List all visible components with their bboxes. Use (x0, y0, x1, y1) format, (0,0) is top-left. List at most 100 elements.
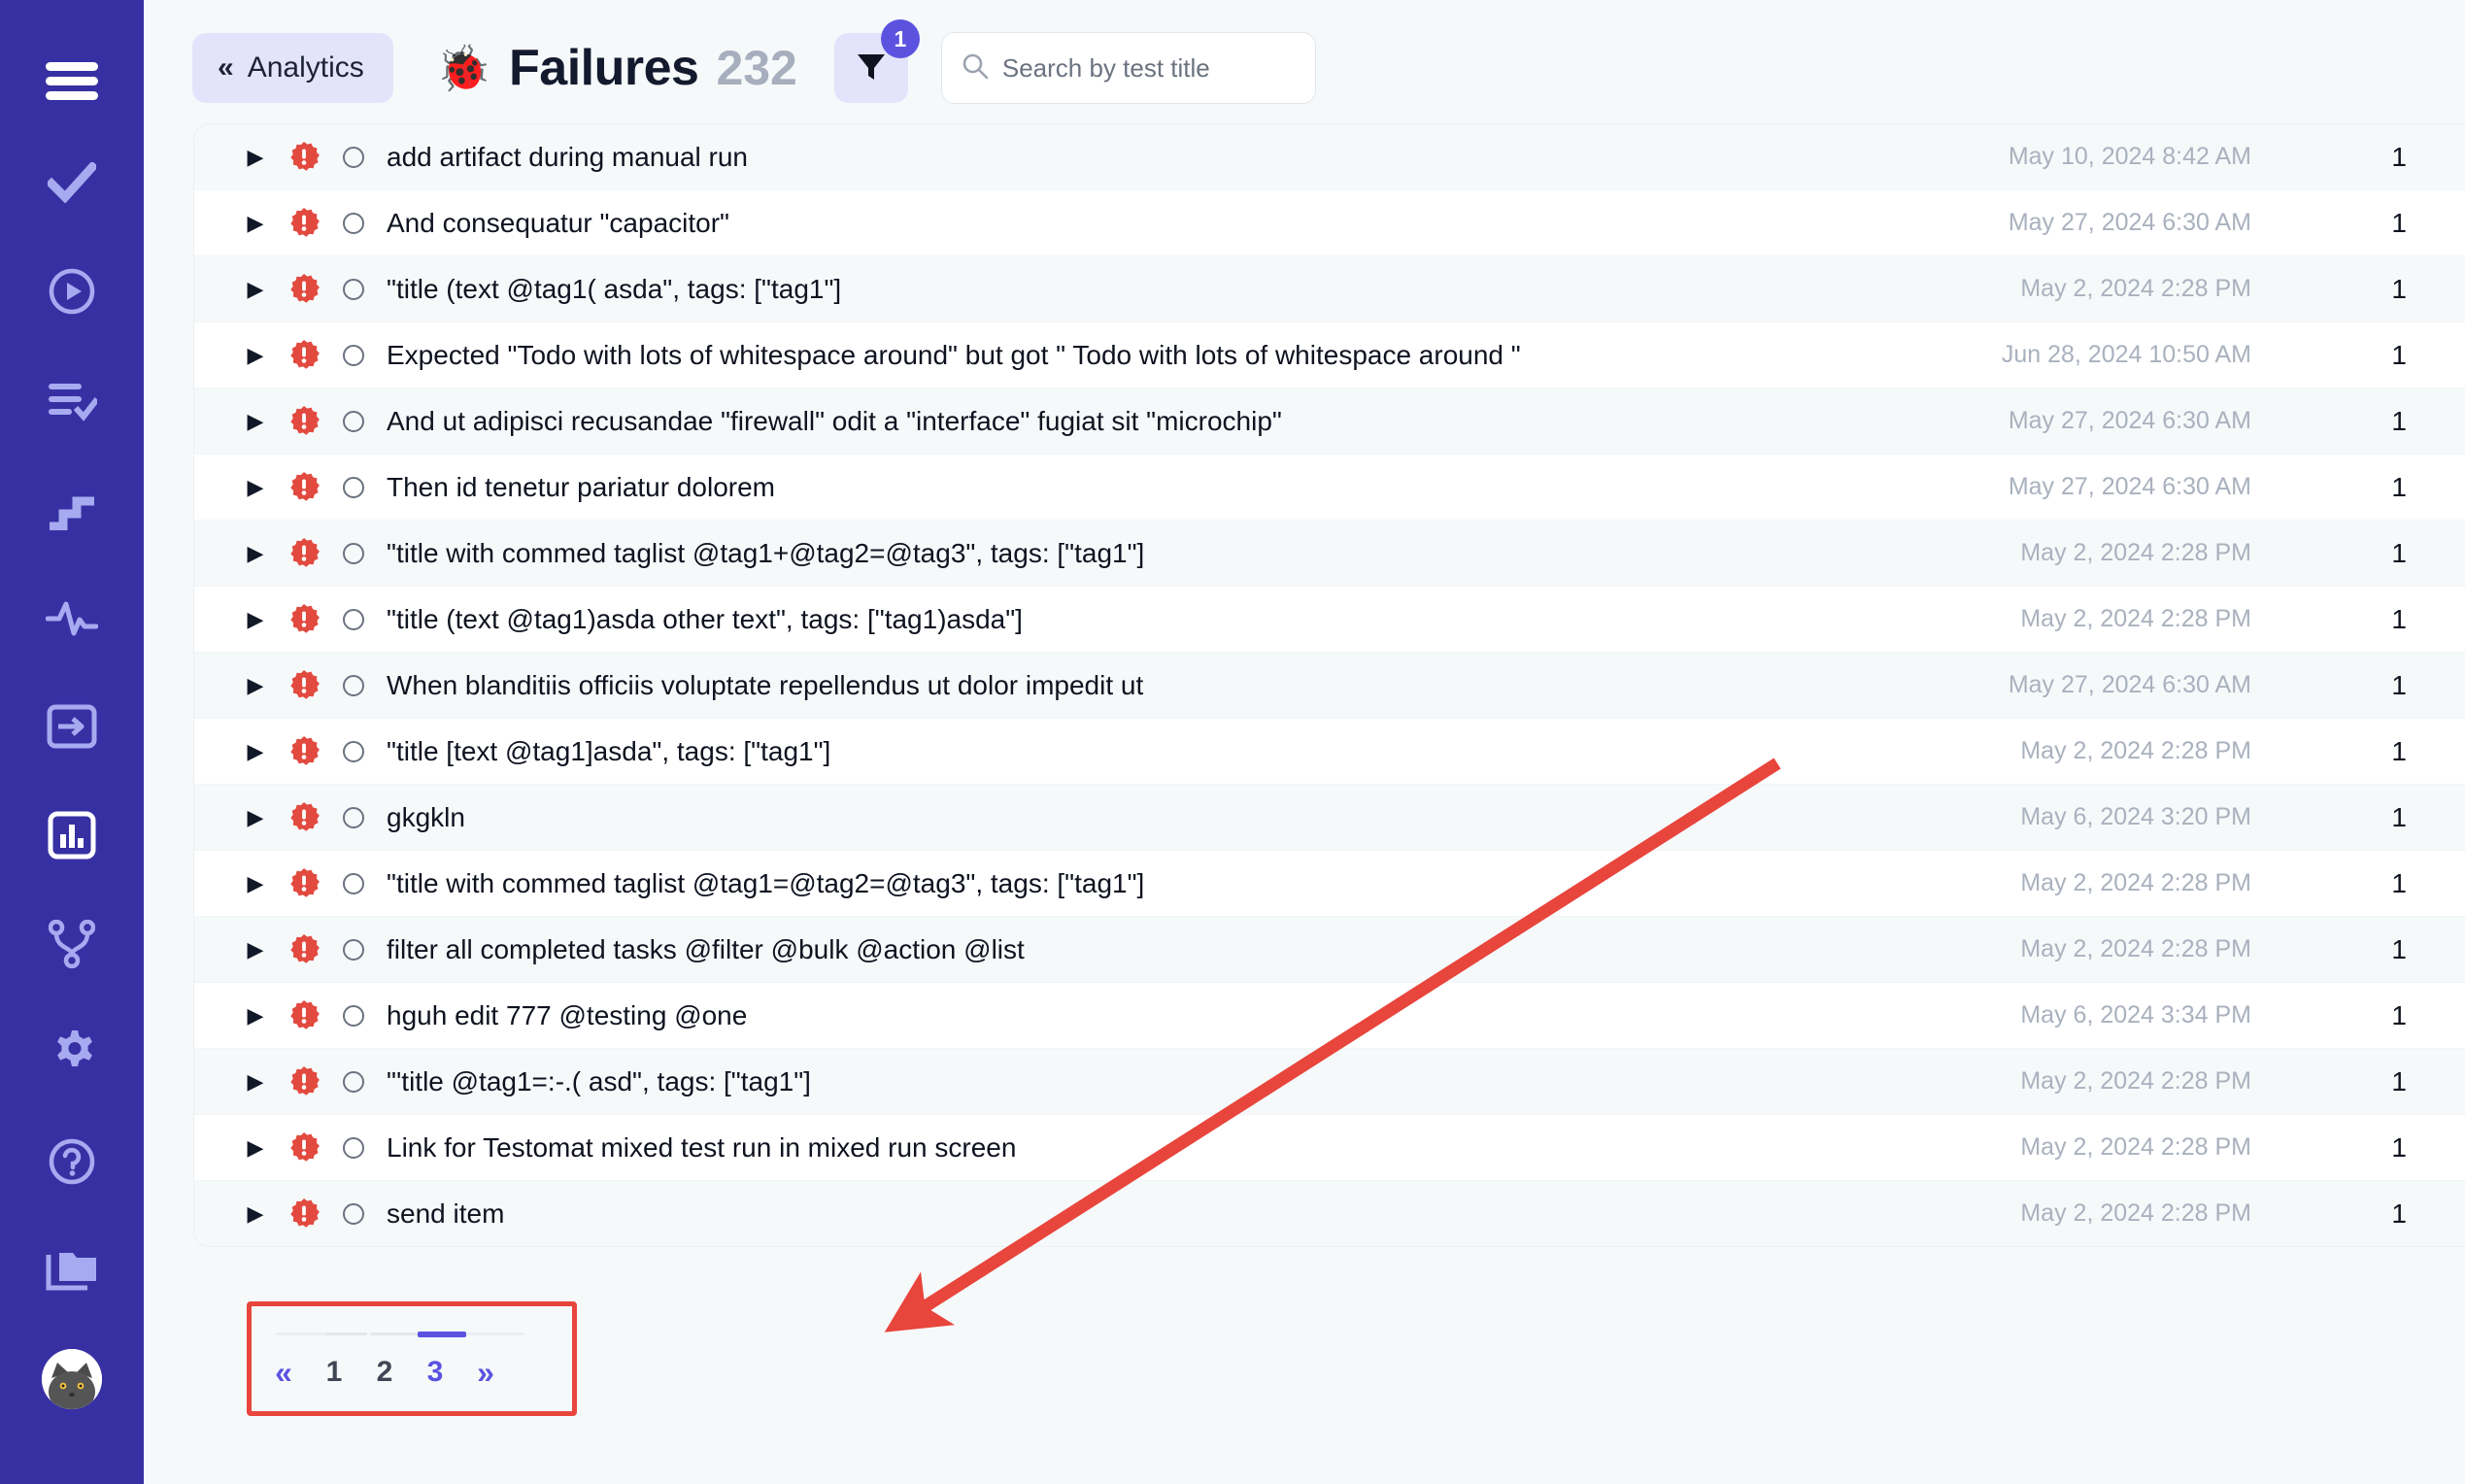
sidebar-item-activity[interactable] (0, 563, 144, 672)
caret-right-icon[interactable]: ▶ (241, 542, 270, 564)
error-badge-icon (282, 471, 326, 504)
caret-right-icon[interactable]: ▶ (241, 806, 270, 828)
table-row[interactable]: ▶ "title (text @tag1( asda", tags: ["tag1… (194, 256, 2465, 322)
sidebar-item-analytics[interactable] (0, 781, 144, 890)
table-row[interactable]: ▶ filter all completed tasks @filter @bul… (194, 917, 2465, 983)
caret-right-icon[interactable]: ▶ (241, 344, 270, 366)
caret-right-icon[interactable]: ▶ (241, 410, 270, 432)
caret-right-icon[interactable]: ▶ (241, 212, 270, 234)
row-date: May 2, 2024 2:28 PM (2020, 539, 2251, 566)
sidebar-item-steps[interactable] (0, 455, 144, 563)
stairs-icon (48, 488, 96, 530)
caret-right-icon[interactable]: ▶ (241, 740, 270, 762)
circle-outline-icon[interactable] (334, 212, 373, 234)
circle-outline-icon[interactable] (334, 1070, 373, 1093)
table-row[interactable]: ▶ "title with commed taglist @tag1+@tag2=… (194, 521, 2465, 587)
circle-outline-icon[interactable] (334, 344, 373, 366)
circle-outline-icon[interactable] (334, 476, 373, 498)
row-date: May 6, 2024 3:20 PM (2020, 803, 2251, 830)
caret-right-icon[interactable]: ▶ (241, 938, 270, 961)
caret-right-icon[interactable]: ▶ (241, 1070, 270, 1093)
sidebar-item-menu[interactable] (0, 35, 144, 128)
folders-icon (46, 1249, 98, 1292)
sidebar-item-import[interactable] (0, 672, 144, 781)
row-count: 1 (2391, 471, 2407, 502)
caret-right-icon[interactable]: ▶ (241, 1202, 270, 1225)
circle-outline-icon[interactable] (334, 674, 373, 696)
menu-icon (46, 62, 98, 101)
table-row[interactable]: ▶ send item May 2, 2024 2:28 PM 1 (194, 1181, 2465, 1246)
check-icon (48, 162, 96, 203)
caret-right-icon[interactable]: ▶ (241, 1136, 270, 1159)
sidebar-item-account[interactable] (0, 1325, 144, 1433)
error-badge-icon (282, 207, 326, 240)
row-title: And consequatur "capacitor" (387, 207, 729, 238)
row-count: 1 (2391, 801, 2407, 832)
pagination-highlight-annotation (247, 1301, 577, 1416)
caret-right-icon[interactable]: ▶ (241, 476, 270, 498)
user-avatar-cat (42, 1349, 102, 1409)
funnel-icon (857, 51, 886, 85)
circle-outline-icon[interactable] (334, 410, 373, 432)
bug-icon: 🐞 (435, 43, 492, 93)
table-row[interactable]: ▶ "title with commed taglist @tag1=@tag2=… (194, 851, 2465, 917)
sidebar-item-projects[interactable] (0, 1216, 144, 1325)
row-title: gkgkln (387, 801, 465, 832)
sidebar-item-plans[interactable] (0, 346, 144, 455)
circle-outline-icon[interactable] (334, 146, 373, 168)
table-row[interactable]: ▶ Then id tenetur pariatur dolorem May 27,… (194, 455, 2465, 521)
search-box[interactable] (940, 32, 1316, 104)
circle-outline-icon[interactable] (334, 542, 373, 564)
error-badge-icon (282, 141, 326, 174)
table-row[interactable]: ▶ hguh edit 777 @testing @one May 6, 2024 … (194, 983, 2465, 1049)
back-to-analytics-button[interactable]: « Analytics (192, 33, 393, 103)
sidebar-item-settings[interactable] (0, 998, 144, 1107)
table-row[interactable]: ▶ gkgkln May 6, 2024 3:20 PM 1 (194, 785, 2465, 851)
circle-outline-icon[interactable] (334, 872, 373, 894)
circle-outline-icon[interactable] (334, 1136, 373, 1159)
circle-outline-icon[interactable] (334, 1004, 373, 1027)
caret-right-icon[interactable]: ▶ (241, 674, 270, 696)
table-row[interactable]: ▶ "title [text @tag1]asda", tags: ["tag1"… (194, 719, 2465, 785)
row-count: 1 (2391, 999, 2407, 1030)
table-row[interactable]: ▶ When blanditiis officiis voluptate repe… (194, 653, 2465, 719)
caret-right-icon[interactable]: ▶ (241, 608, 270, 630)
caret-right-icon[interactable]: ▶ (241, 872, 270, 894)
page-title-text: Failures (509, 40, 699, 96)
row-count: 1 (2391, 1065, 2407, 1096)
table-row[interactable]: ▶ And consequatur "capacitor" May 27, 2024… (194, 190, 2465, 256)
row-count: 1 (2391, 1197, 2407, 1229)
error-badge-icon (282, 603, 326, 636)
circle-outline-icon[interactable] (334, 938, 373, 961)
circle-outline-icon[interactable] (334, 278, 373, 300)
caret-right-icon[interactable]: ▶ (241, 1004, 270, 1027)
row-date: May 2, 2024 2:28 PM (2020, 1133, 2251, 1161)
row-title: send item (387, 1197, 505, 1229)
row-title: Then id tenetur pariatur dolorem (387, 471, 775, 502)
search-input[interactable] (1001, 52, 1296, 84)
sidebar (0, 0, 144, 1484)
row-date: May 6, 2024 3:34 PM (2020, 1001, 2251, 1029)
table-row[interactable]: ▶ Link for Testomat mixed test run in mix… (194, 1115, 2465, 1181)
row-title: "title (text @tag1( asda", tags: ["tag1"… (387, 273, 842, 304)
table-row[interactable]: ▶ "'title @tag1=:-.( asd", tags: ["tag1"]… (194, 1049, 2465, 1115)
circle-outline-icon[interactable] (334, 608, 373, 630)
row-date: May 2, 2024 2:28 PM (2020, 737, 2251, 764)
circle-outline-icon[interactable] (334, 806, 373, 828)
row-date: Jun 28, 2024 10:50 AM (2001, 341, 2251, 368)
caret-right-icon[interactable]: ▶ (241, 278, 270, 300)
table-row[interactable]: ▶ Expected "Todo with lots of whitespace … (194, 322, 2465, 388)
play-circle-icon (48, 267, 96, 316)
circle-outline-icon[interactable] (334, 1202, 373, 1225)
sidebar-item-runs[interactable] (0, 237, 144, 346)
circle-outline-icon[interactable] (334, 740, 373, 762)
error-badge-icon (282, 801, 326, 834)
sidebar-item-tests[interactable] (0, 128, 144, 237)
caret-right-icon[interactable]: ▶ (241, 146, 270, 168)
sidebar-item-branches[interactable] (0, 890, 144, 998)
table-row[interactable]: ▶ "title (text @tag1)asda other text", ta… (194, 587, 2465, 653)
page-title: 🐞 Failures 232 (436, 39, 797, 97)
filter-count-badge: 1 (880, 19, 920, 58)
sidebar-item-help[interactable] (0, 1107, 144, 1216)
table-row[interactable]: ▶ And ut adipisci recusandae "firewall" o… (194, 388, 2465, 455)
